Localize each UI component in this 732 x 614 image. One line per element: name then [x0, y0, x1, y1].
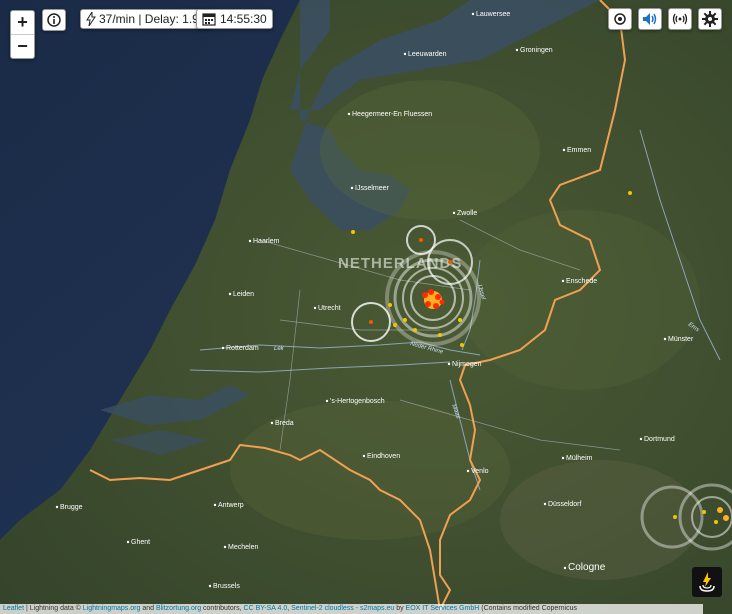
city-dot: [270, 421, 274, 425]
stations-button[interactable]: [668, 8, 692, 30]
city-dot: [248, 239, 252, 243]
city-dot: [55, 505, 59, 509]
city-label: Breda: [275, 420, 294, 427]
zoom-in-button[interactable]: +: [11, 11, 34, 34]
city-label: Münster: [668, 336, 694, 343]
river-label-lek: Lek: [274, 346, 285, 352]
time-button[interactable]: 14:55:30: [196, 9, 273, 29]
city-label: Brussels: [213, 583, 240, 590]
city-dot: [543, 502, 547, 506]
city-dot: [350, 186, 354, 190]
attribution-bar: Leaflet | Lightning data © Lightningmaps…: [0, 604, 703, 614]
gear-icon: [702, 11, 718, 27]
city-dot: [663, 337, 667, 341]
settings-button[interactable]: [698, 8, 722, 30]
city-label: Rotterdam: [226, 345, 259, 352]
lightning-toggle-button[interactable]: [692, 567, 722, 597]
city-dot: [471, 12, 475, 16]
time-text: 14:55:30: [220, 12, 267, 26]
city-dot: [347, 112, 351, 116]
eox-link[interactable]: EOX IT Services GmbH: [406, 605, 480, 612]
city-label: 's-Hertogenbosch: [330, 398, 385, 405]
blitzortung-link[interactable]: Blitzortung.org: [156, 605, 201, 612]
city-dot: [466, 469, 470, 473]
zoom-out-button[interactable]: −: [11, 34, 34, 58]
city-dot: [223, 545, 227, 549]
city-dot: [639, 437, 643, 441]
city-dot: [515, 48, 519, 52]
rate-delay-text: 37/min | Delay: 1.9s: [99, 12, 205, 26]
satellite-map[interactable]: NETHERLANDS Lek Ems Neder Rhine IJssel M…: [0, 0, 732, 614]
rate-delay-button[interactable]: 37/min | Delay: 1.9s: [80, 9, 211, 29]
sentinel-link[interactable]: Sentinel-2 cloudless - s2maps.eu: [291, 605, 394, 612]
city-dot: [126, 540, 130, 544]
calendar-icon: [202, 13, 216, 26]
city-label: Heegermeer-En Fluessen: [352, 111, 432, 118]
info-icon: [47, 13, 61, 27]
city-dot: [362, 454, 366, 458]
city-dot: [447, 362, 451, 366]
city-dot: [213, 503, 217, 507]
speaker-icon: [643, 13, 657, 25]
city-dot: [221, 346, 225, 350]
city-label: Düsseldorf: [548, 501, 582, 508]
lightning-bolt-icon: [86, 12, 96, 26]
license-link[interactable]: CC BY-SA 4.0: [244, 605, 288, 612]
city-dot: [228, 292, 232, 296]
city-label: Zwolle: [457, 210, 477, 217]
city-dot: [561, 456, 565, 460]
city-dot: [325, 399, 329, 403]
city-label: Mülheim: [566, 455, 593, 462]
city-label: Brugge: [60, 504, 83, 511]
city-label: Utrecht: [318, 305, 341, 312]
crosshair-icon: [614, 13, 626, 25]
broadcast-icon: [672, 13, 688, 25]
city-label: Emmen: [567, 147, 591, 154]
lightning-target-icon: [699, 572, 715, 592]
city-dot: [208, 584, 212, 588]
city-label: Eindhoven: [367, 453, 400, 460]
city-label: Nijmegen: [452, 361, 482, 368]
city-dot: [561, 279, 565, 283]
city-label: Mechelen: [228, 544, 258, 551]
city-dot: [562, 148, 566, 152]
city-label: Enschede: [566, 278, 597, 285]
locate-button[interactable]: [608, 8, 632, 30]
city-label: Ghent: [131, 539, 150, 546]
city-dot: [313, 306, 317, 310]
lightningmaps-link[interactable]: Lightningmaps.org: [83, 605, 141, 612]
city-dot: [563, 566, 567, 570]
city-label: IJsselmeer: [355, 185, 390, 192]
city-label: Cologne: [568, 562, 606, 573]
city-dot: [452, 211, 456, 215]
sound-button[interactable]: [638, 8, 662, 30]
leaflet-link[interactable]: Leaflet: [3, 605, 24, 612]
info-button[interactable]: [42, 9, 66, 31]
zoom-control: + −: [10, 10, 35, 59]
city-dot: [403, 52, 407, 56]
city-label: Venlo: [471, 468, 489, 475]
city-label: Lauwersee: [476, 11, 510, 18]
city-label: Groningen: [520, 47, 553, 54]
city-label: Haarlem: [253, 238, 280, 245]
city-label: Leeuwarden: [408, 51, 447, 58]
city-label: Antwerp: [218, 502, 244, 509]
city-label: Leiden: [233, 291, 254, 298]
city-label: Dortmund: [644, 436, 675, 443]
